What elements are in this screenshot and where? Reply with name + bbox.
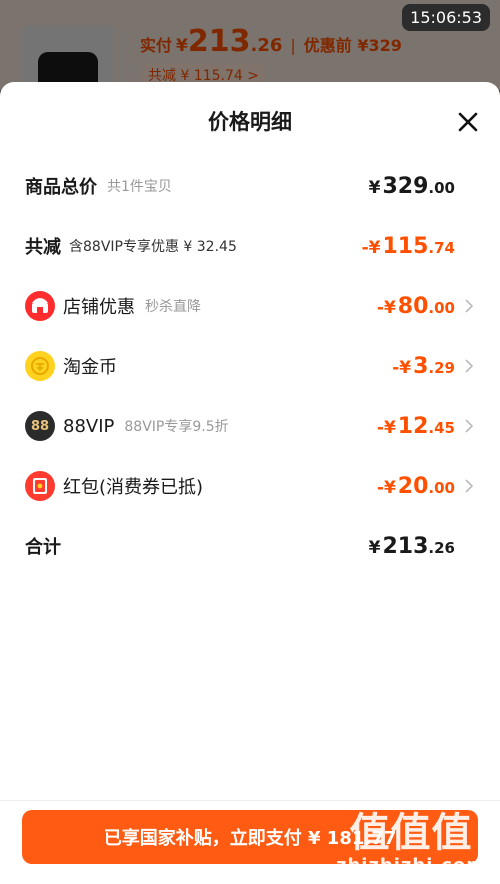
row-label: 淘金币: [63, 357, 117, 378]
amount-integer: 80: [397, 293, 429, 319]
88vip-icon: 88: [25, 411, 55, 441]
row-amount: -¥ 115 .74: [362, 234, 455, 259]
row-88vip[interactable]: 88 88VIP 88VIP专享9.5折 -¥ 12 .45: [0, 406, 500, 446]
price-detail-sheet: 价格明细 商品总价 共1件宝贝 ¥ 329 .00 共减 含88VIP专享优惠 …: [0, 82, 500, 884]
amount-integer: 20: [397, 473, 429, 499]
currency-symbol: -¥: [376, 417, 396, 438]
row-subtext: 秒杀直降: [145, 299, 201, 315]
row-red-packet[interactable]: 红包(消费券已抵) -¥ 20 .00: [0, 466, 500, 506]
row-grand-total: 合计 ¥ 213 .26: [0, 526, 500, 566]
row-amount: ¥ 329 .00: [369, 174, 455, 199]
currency-symbol: ¥: [368, 537, 381, 558]
status-time: 15:06:53: [402, 4, 490, 31]
chevron-right-icon: [465, 359, 474, 373]
row-amount: -¥ 12 .45: [377, 414, 455, 439]
close-button[interactable]: [456, 110, 480, 134]
amount-decimal: .29: [428, 358, 455, 377]
row-taobao-coins[interactable]: 淘金币 -¥ 3 .29: [0, 346, 500, 386]
currency-symbol: -¥: [376, 297, 396, 318]
row-total-discount: 共减 含88VIP专享优惠 ¥ 32.45 -¥ 115 .74: [0, 226, 500, 266]
amount-integer: 12: [397, 413, 429, 439]
amount-integer: 3: [413, 353, 429, 379]
row-amount: -¥ 3 .29: [392, 354, 455, 379]
chevron-right-icon: [465, 479, 474, 493]
gold-coin-icon: [25, 351, 55, 381]
amount-integer: 329: [382, 173, 429, 199]
sheet-title: 价格明细: [208, 110, 292, 134]
row-subtext: 含88VIP专享优惠 ¥ 32.45: [69, 239, 237, 255]
row-label: 红包(消费券已抵): [63, 477, 204, 498]
store-coupon-icon: [25, 291, 55, 321]
row-label: 商品总价: [25, 177, 97, 198]
currency-symbol: -¥: [392, 357, 412, 378]
amount-decimal: .00: [428, 178, 455, 197]
site-watermark: 值值值 zhizhizhi.com: [336, 811, 486, 876]
row-label: 88VIP: [63, 415, 115, 437]
watermark-url: zhizhizhi.com: [335, 855, 486, 876]
red-packet-icon: [25, 471, 55, 501]
currency-symbol: ¥: [368, 177, 381, 198]
row-amount: -¥ 80 .00: [377, 294, 455, 319]
chevron-right-icon: [465, 299, 474, 313]
row-store-discount[interactable]: 店铺优惠 秒杀直降 -¥ 80 .00: [0, 286, 500, 326]
amount-decimal: .74: [428, 238, 455, 257]
watermark-logo: 值值值: [349, 810, 473, 856]
row-label: 店铺优惠: [63, 297, 135, 318]
currency-symbol: -¥: [361, 237, 381, 258]
amount-integer: 213: [382, 533, 429, 559]
amount-decimal: .00: [428, 478, 455, 497]
row-label: 共减: [25, 237, 61, 258]
amount-integer: 115: [382, 233, 429, 259]
amount-decimal: .26: [428, 538, 455, 557]
row-subtext: 88VIP专享9.5折: [124, 419, 229, 435]
row-label: 合计: [25, 537, 61, 558]
row-amount: -¥ 20 .00: [377, 474, 455, 499]
amount-decimal: .00: [428, 298, 455, 317]
close-icon: [458, 112, 478, 132]
currency-symbol: -¥: [376, 477, 396, 498]
row-subtext: 共1件宝贝: [107, 179, 172, 195]
footer-divider: [0, 800, 500, 801]
amount-decimal: .45: [428, 418, 455, 437]
chevron-right-icon: [465, 419, 474, 433]
row-amount: ¥ 213 .26: [369, 534, 455, 559]
row-goods-total: 商品总价 共1件宝贝 ¥ 329 .00: [0, 166, 500, 206]
